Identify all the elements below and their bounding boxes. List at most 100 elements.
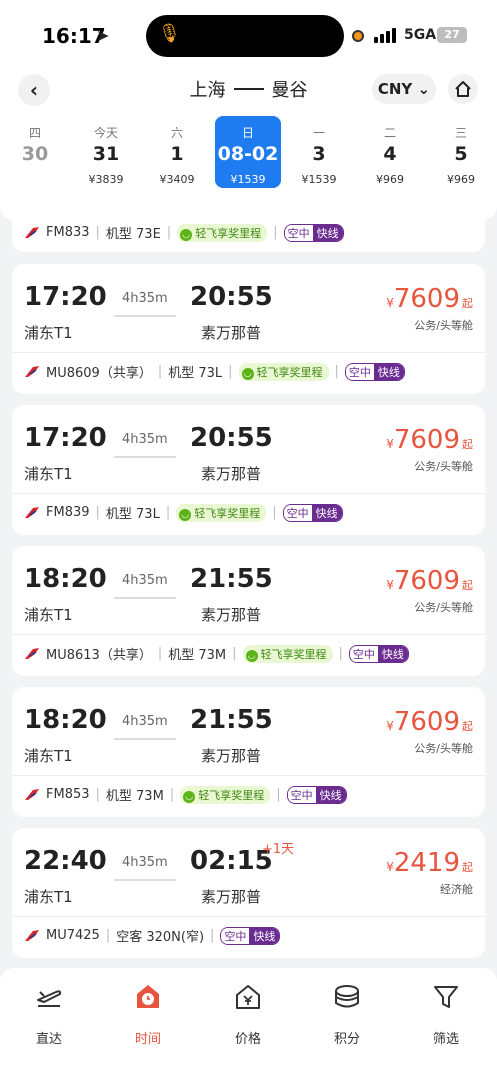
flight-card-partial[interactable]: FM833 | 机型 73E | ◡ 轻飞享奖里程 | 空中 快线 (12, 200, 485, 252)
location-arrow-icon: ➤ (96, 26, 110, 45)
date-item[interactable]: 六 1 ¥3409 (144, 116, 210, 188)
home-button[interactable] (448, 74, 478, 104)
flight-duration: 4h35m (122, 855, 168, 870)
flight-number: MU8609（共享） (46, 366, 152, 381)
bottom-tab-bar: 直达 时间 价格 积分 筛选 (0, 968, 497, 1080)
tab-points[interactable]: 积分 (307, 982, 387, 1047)
flight-card[interactable]: 18:20 4h35m 21:55 浦东T1 素万那普 ¥7609 起公务/头等舱 MU861… (12, 546, 485, 676)
express-tag: 空中 快线 (286, 785, 347, 804)
price-from-label: 起 (462, 720, 473, 733)
price-from-label: 起 (462, 579, 473, 592)
arrival-airport: 素万那普 (201, 606, 262, 624)
divider (12, 775, 485, 776)
flight-duration: 4h35m (122, 714, 168, 729)
divider (12, 916, 485, 917)
price-value: 7609 (393, 425, 460, 455)
price-value: 7609 (393, 707, 460, 737)
flight-info-row: FM833 | 机型 73E | ◡ 轻飞享奖里程 | 空中 快线 (24, 223, 344, 242)
departure-airport: 浦东T1 (24, 606, 73, 624)
price-value: 7609 (393, 566, 460, 596)
airline-logo-icon (25, 226, 39, 238)
duration-line (114, 738, 176, 740)
duration-line (114, 315, 176, 317)
price-value: 2419 (393, 848, 460, 878)
flight-duration: 4h35m (122, 573, 168, 588)
airline-logo-icon (25, 929, 39, 941)
cabin-class: 公务/头等舱 (414, 742, 473, 755)
flight-number: FM839 (46, 505, 90, 520)
tab-filter[interactable]: 筛选 (406, 982, 486, 1047)
arrival-airport: 素万那普 (201, 324, 262, 342)
flight-card[interactable]: 17:20 4h35m 20:55 浦东T1 素万那普 ¥7609 起公务/头等舱 MU860… (12, 264, 485, 394)
search-header: ‹ 上海 曼谷 CNY ⌄ 四 30 今天 31 ¥3839 六 1 ¥3409 … (0, 70, 497, 220)
aircraft-type: 机型 73E (105, 227, 161, 242)
date-day: 4 (383, 143, 397, 165)
date-strip[interactable]: 四 30 今天 31 ¥3839 六 1 ¥3409 日 08-02 ¥1539… (0, 116, 497, 190)
tab-direct[interactable]: 直达 (9, 982, 89, 1047)
price-from-label: 起 (462, 438, 473, 451)
mileage-tag: ◡ 轻飞享奖里程 (238, 362, 329, 381)
route-arrow-icon (233, 88, 264, 90)
departure-time: 18:20 (24, 564, 107, 594)
mileage-icon: ◡ (183, 790, 196, 803)
departure-time: 18:20 (24, 705, 107, 735)
signal-icon (374, 27, 396, 43)
aircraft-type: 空客 320N(窄) (116, 930, 205, 945)
airline-logo-icon (25, 365, 39, 377)
price-value: 7609 (393, 284, 460, 314)
date-day: 1 (170, 143, 184, 165)
clock-icon (137, 985, 159, 1008)
aircraft-type: 机型 73M (168, 648, 227, 663)
dynamic-island: 🎙 (146, 15, 344, 57)
date-item[interactable]: 二 4 ¥969 (357, 116, 423, 188)
currency-selector[interactable]: CNY ⌄ (372, 74, 436, 104)
flight-number: FM853 (46, 787, 90, 802)
date-day: 3 (312, 143, 326, 165)
date-item[interactable]: 三 5 ¥969 (428, 116, 494, 188)
departure-airport: 浦东T1 (24, 888, 73, 906)
currency-symbol: ¥ (386, 578, 394, 592)
tab-label: 时间 (134, 1032, 161, 1047)
flight-number: MU8613（共享） (46, 648, 152, 663)
flight-card[interactable]: 17:20 4h35m 20:55 浦东T1 素万那普 ¥7609 起公务/头等舱 FM839… (12, 405, 485, 535)
chevron-down-icon: ⌄ (417, 80, 431, 98)
flight-duration: 4h35m (122, 291, 168, 306)
status-bar: 16:17 ➤ 🎙 5GA 27 (0, 0, 497, 70)
date-price: ¥3409 (159, 173, 195, 186)
express-tag-a: 空中 (287, 786, 316, 803)
departure-time: 22:40 (24, 846, 107, 876)
aircraft-type: 机型 73L (105, 507, 160, 522)
date-item-selected[interactable]: 日 08-02 ¥1539 (215, 116, 281, 188)
tab-label: 直达 (35, 1032, 62, 1047)
duration-line (114, 456, 176, 458)
tab-label: 筛选 (432, 1032, 459, 1047)
date-item[interactable]: 今天 31 ¥3839 (73, 116, 139, 188)
date-item[interactable]: 四 30 (2, 116, 68, 188)
express-tag-a: 空中 (284, 224, 313, 241)
mileage-tag: ◡ 轻飞享奖里程 (176, 503, 267, 522)
recording-dot-icon (352, 30, 364, 42)
date-item[interactable]: 一 3 ¥1539 (286, 116, 352, 188)
mileage-tag-label: 轻飞享奖里程 (198, 788, 265, 802)
tab-time[interactable]: 时间 (108, 982, 188, 1047)
express-tag: 空中 快线 (220, 926, 281, 945)
arrival-time: 21:55 (190, 705, 273, 735)
flight-duration: 4h35m (122, 432, 168, 447)
flight-info-row: FM839 | 机型 73L | ◡ 轻飞享奖里程 | 空中 快线 (24, 503, 343, 522)
arrival-airport: 素万那普 (201, 888, 262, 906)
currency-symbol: ¥ (386, 296, 394, 310)
departure-time: 17:20 (24, 282, 107, 312)
currency-symbol: ¥ (386, 719, 394, 733)
date-price: ¥969 (447, 173, 475, 186)
flight-card[interactable]: 22:40 4h35m 02:15 +1天 浦东T1 素万那普 ¥2419 起经济舱 MU742… (12, 828, 485, 958)
mileage-icon: ◡ (241, 367, 254, 380)
date-price: ¥969 (376, 173, 404, 186)
flight-card[interactable]: 18:20 4h35m 21:55 浦东T1 素万那普 ¥7609 起公务/头等舱 FM853… (12, 687, 485, 817)
tab-price[interactable]: 价格 (208, 982, 288, 1047)
airline-logo-icon (25, 506, 39, 518)
date-day: 30 (21, 143, 49, 165)
date-price: ¥1539 (230, 173, 266, 186)
express-tag: 空中 快线 (283, 223, 344, 242)
tab-label: 积分 (333, 1032, 360, 1047)
mileage-tag-label: 轻飞享奖里程 (195, 226, 262, 240)
